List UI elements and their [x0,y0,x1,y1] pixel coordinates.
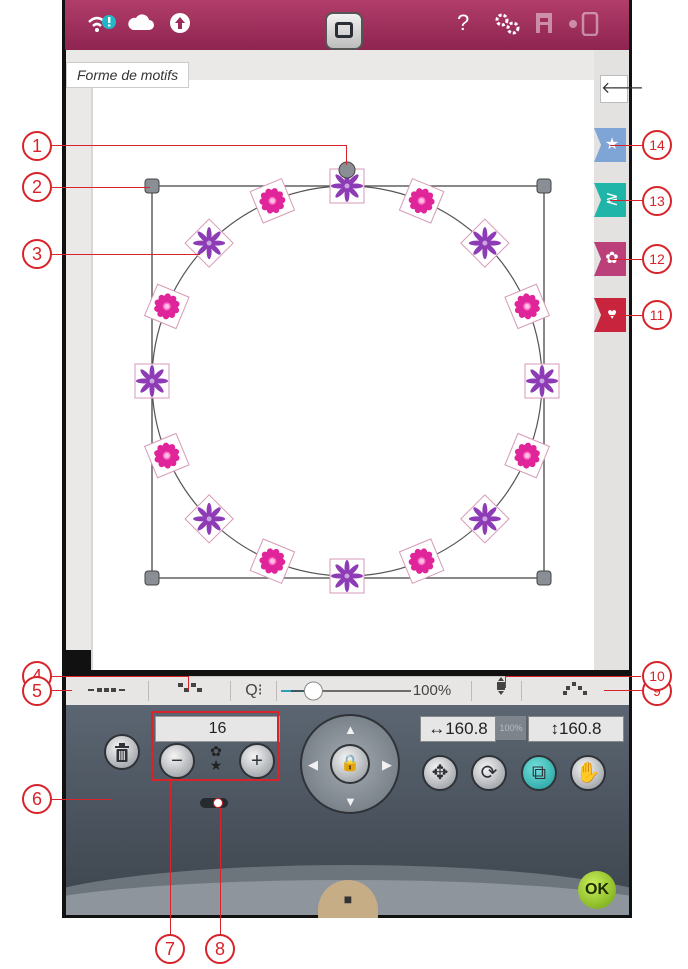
lock-icon[interactable]: 🔒 [330,744,370,784]
callout-7: 7 [155,934,185,964]
resize-handle[interactable] [144,178,160,194]
motif-item[interactable] [184,218,234,268]
motif-item[interactable] [460,218,510,268]
direction-pad[interactable]: ▲ ▼ ◀ ▶ 🔒 [300,714,400,814]
motif-item[interactable] [329,558,365,594]
callout-6: 6 [22,784,52,814]
zoom-slider[interactable] [281,677,411,705]
ok-button[interactable]: OK [578,871,616,909]
motif-item[interactable] [184,494,234,544]
count-highlight-box [151,711,279,781]
edit-toolbar: Q⁝ 100% [66,676,629,705]
callout-13: 13 [642,186,672,216]
zoom-value: 100% [412,682,452,699]
callout-1: 1 [22,131,52,161]
move-down-arrow-icon[interactable]: ▼ [344,794,357,809]
move-left-arrow-icon[interactable]: ◀ [308,757,318,773]
height-field[interactable]: ↕160.8 [528,716,624,742]
motif-item[interactable] [504,283,551,330]
resize-handle[interactable] [536,178,552,194]
move-button[interactable]: ✥ [422,755,458,791]
callout-2: 2 [22,172,52,202]
motif-item[interactable] [143,432,190,479]
callout-12: 12 [642,244,672,274]
move-right-arrow-icon[interactable]: ▶ [382,757,392,773]
motif-item[interactable] [143,283,190,330]
document-icon: ■ [343,891,353,907]
arrange-icon[interactable] [526,677,626,705]
motif-group[interactable] [134,168,560,594]
toggle-switch[interactable] [200,798,228,808]
width-field[interactable]: ↔160.8 [420,716,496,742]
motif-item[interactable] [524,363,560,399]
center-icon[interactable] [476,677,526,705]
proportion-field[interactable]: 100% [496,716,526,740]
motif-item[interactable] [249,177,296,224]
callout-3: 3 [22,239,52,269]
motif-item[interactable] [249,538,296,585]
motif-item[interactable] [398,177,445,224]
resize-handle[interactable] [144,570,160,586]
rotate-handle[interactable] [338,161,356,179]
callout-14: 14 [642,130,672,160]
align-stagger-icon[interactable] [156,677,226,705]
motif-item[interactable] [504,432,551,479]
callout-10: 10 [642,661,672,691]
rotate-button[interactable]: ⟳ [471,755,507,791]
motif-item[interactable] [460,494,510,544]
move-up-arrow-icon[interactable]: ▲ [344,722,357,737]
callout-8: 8 [205,934,235,964]
callout-5: 5 [22,676,52,706]
scale-button[interactable]: ⧉ [521,755,557,791]
zoom-icon[interactable]: Q⁝ [234,677,274,705]
callout-11: 11 [642,300,672,330]
align-row-icon[interactable] [72,677,142,705]
delete-button[interactable] [104,734,140,770]
motif-item[interactable] [134,363,170,399]
motif-item[interactable] [398,538,445,585]
pan-button[interactable]: ✋ [570,755,606,791]
resize-handle[interactable] [536,570,552,586]
